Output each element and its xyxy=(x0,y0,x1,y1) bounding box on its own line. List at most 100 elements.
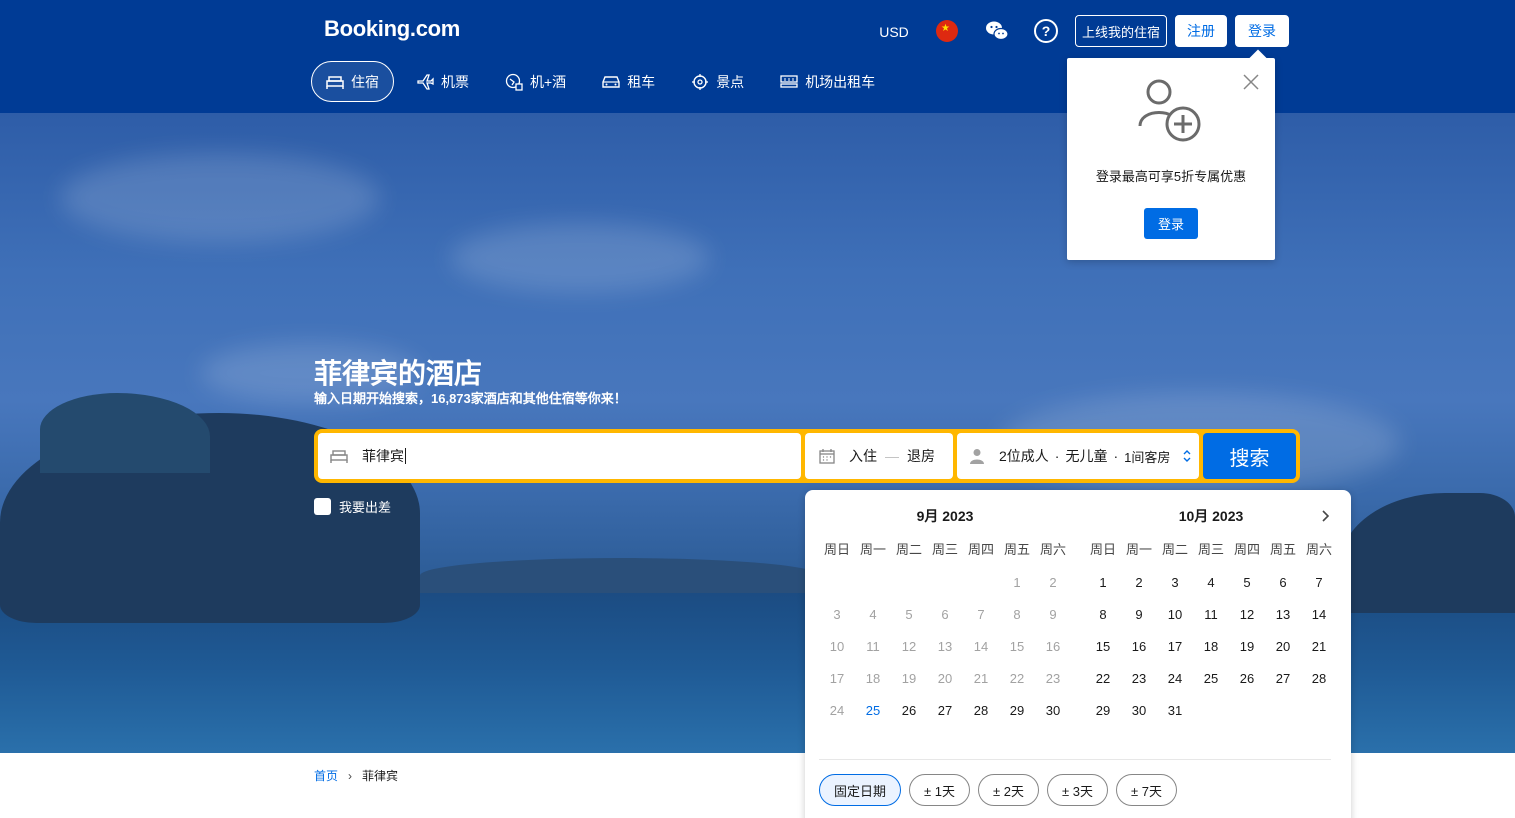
weekday-label: 周二 xyxy=(895,542,922,557)
flight-hotel-icon xyxy=(505,73,523,91)
calendar-day[interactable]: 17 xyxy=(1157,633,1193,665)
guests-rooms: 1间客房 xyxy=(1124,449,1171,465)
cloud xyxy=(450,223,710,293)
wechat-icon[interactable] xyxy=(984,18,1010,44)
list-property-button[interactable]: 上线我的住宿 xyxy=(1075,15,1167,47)
calendar-day: 14 xyxy=(973,639,989,654)
date-flex-chip[interactable]: ± 7天 xyxy=(1115,774,1177,806)
help-icon[interactable]: ? xyxy=(1034,19,1058,43)
breadcrumb: 首页 › 菲律宾 xyxy=(314,767,398,784)
calendar-day[interactable]: 10 xyxy=(1157,601,1193,633)
currency-selector[interactable]: USD xyxy=(874,20,914,44)
calendar-day[interactable]: 1 xyxy=(1085,569,1121,601)
register-button[interactable]: 注册 xyxy=(1175,15,1227,47)
calendar-day: 13 xyxy=(937,639,953,654)
date-flex-chip[interactable]: ± 1天 xyxy=(909,774,970,806)
month-title: 9月 2023 xyxy=(916,508,974,524)
date-flex-chip[interactable]: ± 3天 xyxy=(1046,774,1108,806)
close-icon[interactable] xyxy=(1243,74,1259,90)
calendar-day[interactable]: 7 xyxy=(1301,569,1337,601)
login-button[interactable]: 登录 xyxy=(1235,15,1289,47)
calendar-day[interactable]: 22 xyxy=(1085,665,1121,697)
calendar-day[interactable]: 12 xyxy=(1229,601,1265,633)
calendar-day: 8 xyxy=(1013,607,1021,622)
guests-children: 无儿童 xyxy=(1065,448,1108,464)
calendar-day[interactable]: 24 xyxy=(1157,665,1193,697)
calendar-day: 12 xyxy=(901,639,917,654)
calendar-day[interactable]: 11 xyxy=(1193,601,1229,633)
business-trip-checkbox[interactable]: 我要出差 xyxy=(314,497,391,516)
calendar-day[interactable]: 19 xyxy=(1229,633,1265,665)
checkbox-box[interactable] xyxy=(314,498,331,515)
calendar-day[interactable]: 4 xyxy=(1193,569,1229,601)
date-flex-chip[interactable]: ± 2天 xyxy=(978,774,1039,806)
calendar-day[interactable]: 27 xyxy=(1265,665,1301,697)
breadcrumb-home[interactable]: 首页 xyxy=(314,767,338,784)
date-flex-chip[interactable]: 固定日期 xyxy=(819,774,902,806)
search-button[interactable]: 搜索 xyxy=(1203,433,1296,479)
date-picker-calendar: 9月 2023 周日 周一 周二 周三 周四 周五 周六 1 2 3 4 5 6 7 8 9 10 11 12 13… xyxy=(805,490,1351,818)
calendar-day: 9 xyxy=(1049,607,1057,622)
calendar-day: 7 xyxy=(977,607,985,622)
calendar-day[interactable]: 25 xyxy=(1193,665,1229,697)
tab-airport-taxi[interactable]: 机场出租车 xyxy=(766,61,889,102)
calendar-day[interactable]: 14 xyxy=(1301,601,1337,633)
calendar-day[interactable]: 28 xyxy=(963,697,999,729)
weekday-label: 周日 xyxy=(823,542,850,557)
calendar-day[interactable]: 20 xyxy=(1265,633,1301,665)
calendar-day[interactable]: 27 xyxy=(927,697,963,729)
calendar-day[interactable]: 28 xyxy=(1301,665,1337,697)
next-month-button[interactable] xyxy=(1317,507,1335,525)
page-subtitle: 输入日期开始搜索，16,873家酒店和其他住宿等你来！ xyxy=(314,391,627,406)
calendar-day[interactable]: 29 xyxy=(1085,697,1121,729)
popover-login-button[interactable]: 登录 xyxy=(1144,208,1198,239)
login-promo-popover: 登录最高可享5折专属优惠 登录 xyxy=(1067,58,1275,260)
tab-label: 住宿 xyxy=(351,73,379,90)
calendar-day[interactable]: 31 xyxy=(1157,697,1193,729)
tab-car-rental[interactable]: 租车 xyxy=(588,61,669,102)
weekday-label: 周二 xyxy=(1161,542,1188,557)
calendar-day[interactable]: 18 xyxy=(1193,633,1229,665)
tab-attractions[interactable]: 景点 xyxy=(677,61,758,102)
guests-adults: 2位成人 xyxy=(999,448,1049,464)
tab-label: 景点 xyxy=(716,73,745,90)
calendar-day[interactable]: 2 xyxy=(1121,569,1157,601)
calendar-month-september: 9月 2023 周日 周一 周二 周三 周四 周五 周六 1 2 3 4 5 6 7 8 9 10 11 12 13… xyxy=(819,506,1071,729)
weekday-label: 周一 xyxy=(859,542,886,557)
date-picker-field[interactable]: 入住 — 退房 xyxy=(805,433,953,479)
tab-stays[interactable]: 住宿 xyxy=(311,61,394,102)
breadcrumb-current: 菲律宾 xyxy=(362,769,399,783)
calendar-day: 6 xyxy=(941,607,949,622)
calendar-day: 19 xyxy=(901,671,917,686)
chevron-updown-icon xyxy=(1182,449,1192,463)
calendar-day: 11 xyxy=(866,639,880,654)
calendar-day[interactable]: 30 xyxy=(1121,697,1157,729)
tab-flight-hotel[interactable]: 机+酒 xyxy=(491,61,580,102)
chevron-right-icon: › xyxy=(348,768,353,783)
calendar-day[interactable]: 8 xyxy=(1085,601,1121,633)
calendar-day[interactable]: 26 xyxy=(891,697,927,729)
calendar-day[interactable]: 21 xyxy=(1301,633,1337,665)
booking-logo[interactable]: Booking.com xyxy=(324,16,460,42)
calendar-day[interactable]: 30 xyxy=(1035,697,1071,729)
calendar-day[interactable]: 5 xyxy=(1229,569,1265,601)
calendar-day[interactable]: 26 xyxy=(1229,665,1265,697)
tab-flights[interactable]: 机票 xyxy=(402,61,483,102)
calendar-day[interactable]: 6 xyxy=(1265,569,1301,601)
day-blank xyxy=(927,569,963,601)
page-title: 菲律宾的酒店 xyxy=(314,358,483,389)
checkout-label: 退房 xyxy=(907,448,935,464)
business-trip-label: 我要出差 xyxy=(339,500,392,515)
calendar-day[interactable]: 23 xyxy=(1121,665,1157,697)
calendar-day[interactable]: 15 xyxy=(1085,633,1121,665)
calendar-day[interactable]: 29 xyxy=(999,697,1035,729)
calendar-day[interactable]: 16 xyxy=(1121,633,1157,665)
calendar-day[interactable]: 9 xyxy=(1121,601,1157,633)
destination-input[interactable]: 菲律宾 xyxy=(318,433,801,479)
guests-selector[interactable]: 2位成人 · 无儿童 · 1间客房 xyxy=(957,433,1199,479)
calendar-day[interactable]: 13 xyxy=(1265,601,1301,633)
calendar-day[interactable]: 3 xyxy=(1157,569,1193,601)
calendar-day[interactable]: 25 xyxy=(855,697,891,729)
china-flag-icon[interactable] xyxy=(936,20,958,42)
calendar-day: 24 xyxy=(829,703,845,718)
